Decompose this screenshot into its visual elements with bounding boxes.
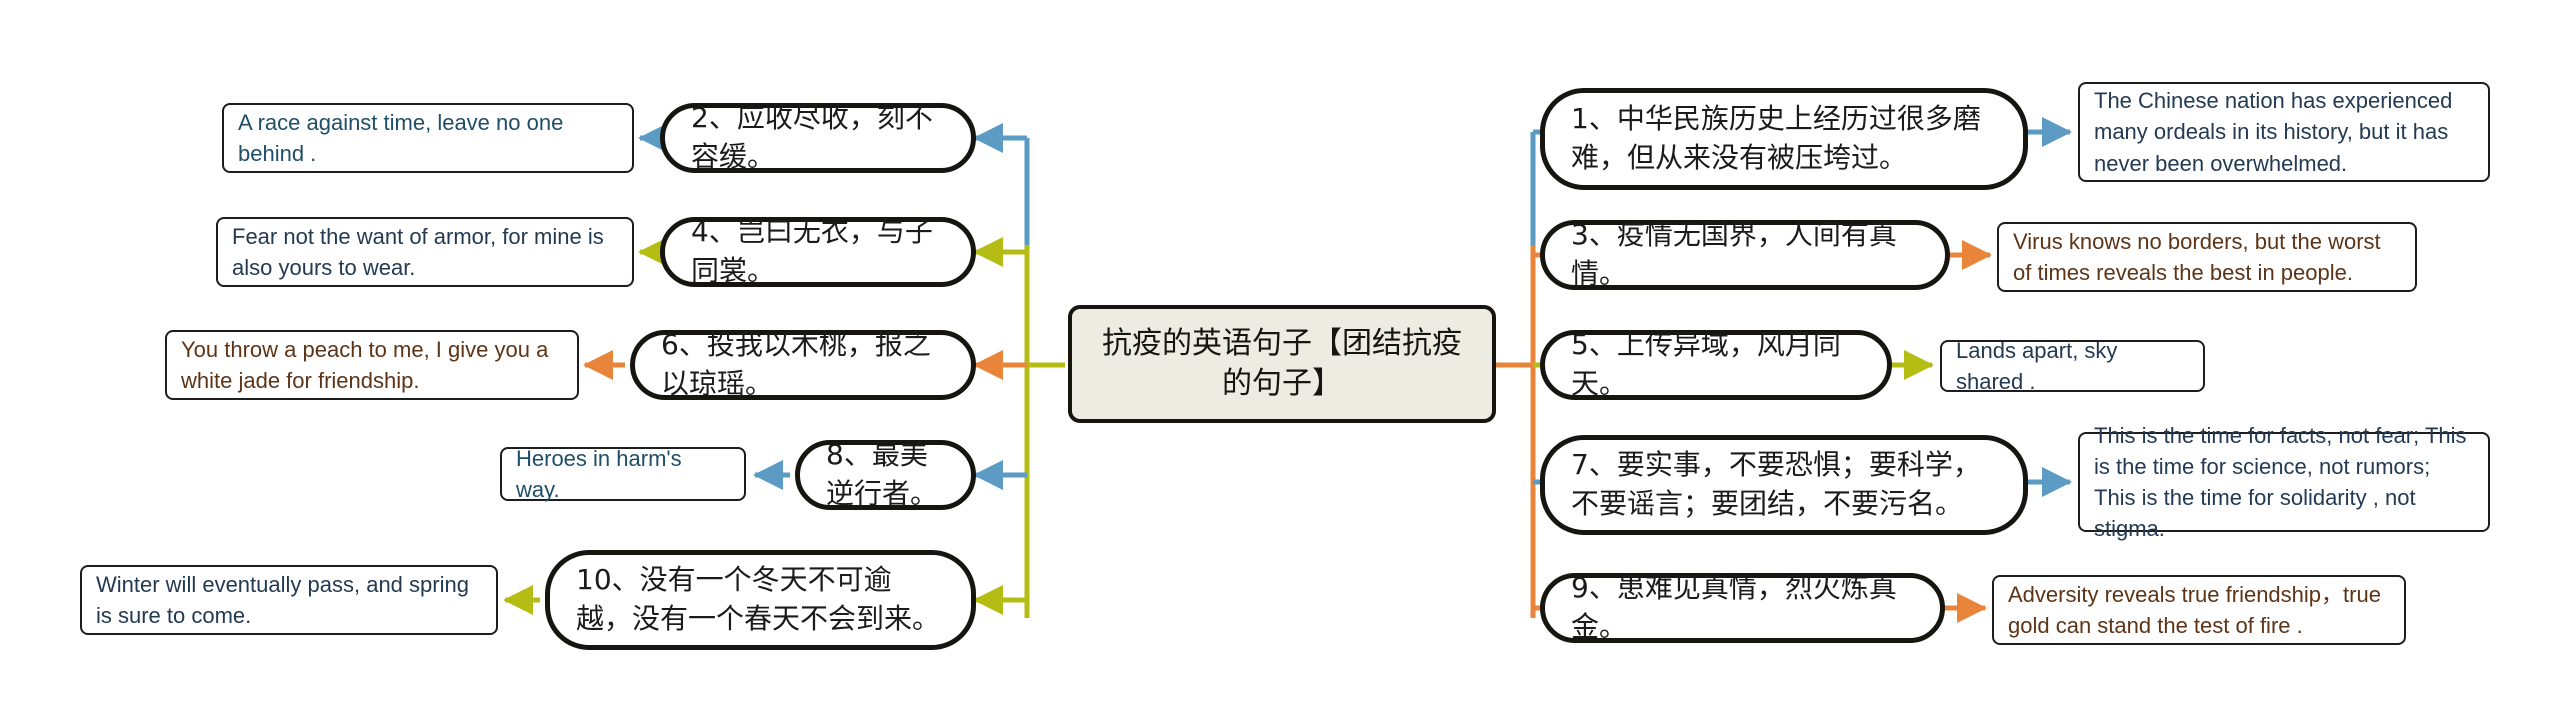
left-node-10[interactable]: 10、没有一个冬天不可逾越，没有一个春天不会到来。 [545,550,976,650]
right-leaf-7[interactable]: This is the time for facts, not fear; Th… [2078,423,2490,541]
left-leaf-4[interactable]: Fear not the want of armor, for mine is … [216,217,634,287]
right-leaf-1[interactable]: The Chinese nation has experienced many … [2078,82,2490,182]
right-node-9[interactable]: 9、患难见真情，烈火炼真金。 [1540,571,1945,643]
left-leaf-10[interactable]: Winter will eventually pass, and spring … [80,565,498,635]
right-node-3-label: 3、疫情无国界，人间有真情。 [1571,218,1897,290]
right-node-5[interactable]: 5、上传异域，风月同天。 [1540,328,1892,400]
left-leaf-8[interactable]: Heroes in harm's way. [500,446,746,502]
left-leaf-2[interactable]: A race against time, leave no one behind… [222,103,634,173]
left-leaf-6-text: You throw a peach to me, I give you a wh… [181,336,549,393]
root-node[interactable]: 抗疫的英语句子【团结抗疫的句子】 [1068,305,1496,423]
right-node-5-label: 5、上传异域，风月同天。 [1571,328,1841,400]
right-leaf-9[interactable]: Adversity reveals true friendship，true g… [1992,575,2406,645]
left-node-6[interactable]: 6、投我以木桃，报之以琼瑶。 [630,328,976,400]
right-trunk [1495,245,1536,618]
right-leaf-5-text: Lands apart, sky shared . [1956,337,2118,394]
root-node-label: 抗疫的英语句子【团结抗疫的句子】 [1102,325,1462,401]
left-trunk [1024,138,1065,618]
left-leaf-8-text: Heroes in harm's way. [516,445,682,502]
right-leaf-1-text: The Chinese nation has experienced many … [2094,88,2453,176]
right-leaf-5[interactable]: Lands apart, sky shared . [1940,338,2205,394]
right-leaf-9-text: Adversity reveals true friendship，true g… [2008,581,2381,638]
right-node-1-label: 1、中华民族历史上经历过很多磨难，但从来没有被压垮过。 [1571,102,1981,174]
right-node-3[interactable]: 3、疫情无国界，人间有真情。 [1540,218,1950,290]
left-node-8[interactable]: 8、最美逆行者。 [795,438,976,510]
right-leaf-3-text: Virus knows no borders, but the worst of… [2013,228,2381,285]
left-node-8-label: 8、最美逆行者。 [826,438,939,510]
left-leaf-4-text: Fear not the want of armor, for mine is … [232,223,604,280]
right-node-7[interactable]: 7、要实事，不要恐惧；要科学，不要谣言；要团结，不要污名。 [1540,435,2028,535]
mindmap-canvas: 抗疫的英语句子【团结抗疫的句子】 2、应收尽收，刻不容缓。 4、岂曰无衣，与子同… [0,0,2560,724]
left-node-2-label: 2、应收尽收，刻不容缓。 [691,101,933,173]
right-leaf-3[interactable]: Virus knows no borders, but the worst of… [1997,222,2417,292]
right-node-9-label: 9、患难见真情，烈火炼真金。 [1571,571,1897,643]
left-leaf-10-text: Winter will eventually pass, and spring … [96,571,469,628]
right-node-7-label: 7、要实事，不要恐惧；要科学，不要谣言；要团结，不要污名。 [1571,448,1981,520]
left-node-2[interactable]: 2、应收尽收，刻不容缓。 [660,101,976,173]
left-node-4[interactable]: 4、岂曰无衣，与子同裳。 [660,215,976,287]
right-leaf-7-text: This is the time for facts, not fear; Th… [2094,422,2467,542]
left-node-4-label: 4、岂曰无衣，与子同裳。 [691,215,933,287]
left-leaf-2-text: A race against time, leave no one behind… [238,109,564,166]
left-node-10-label: 10、没有一个冬天不可逾越，没有一个春天不会到来。 [576,563,941,635]
left-node-6-label: 6、投我以木桃，报之以琼瑶。 [661,328,931,400]
left-leaf-6[interactable]: You throw a peach to me, I give you a wh… [165,330,579,400]
right-node-1[interactable]: 1、中华民族历史上经历过很多磨难，但从来没有被压垮过。 [1540,88,2028,190]
